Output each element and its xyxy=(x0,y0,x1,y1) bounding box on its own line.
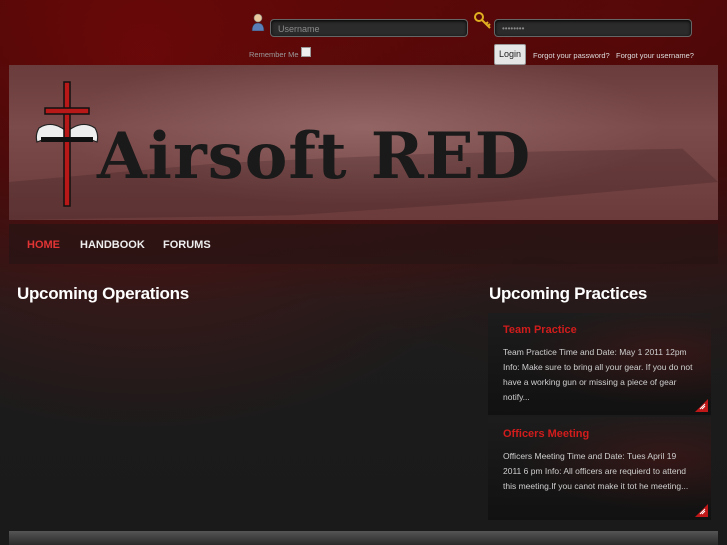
read-more-corner-icon[interactable] xyxy=(695,504,708,517)
read-more-corner-icon[interactable] xyxy=(695,399,708,412)
practices-heading: Upcoming Practices xyxy=(489,284,648,303)
nav-forums[interactable]: FORUMS xyxy=(163,239,211,251)
practice-card: Team Practice Team Practice Time and Dat… xyxy=(488,313,711,415)
practice-summary: Team Practice Time and Date: May 1 2011 … xyxy=(503,347,693,402)
user-icon xyxy=(251,13,265,31)
nav-handbook[interactable]: HANDBOOK xyxy=(80,239,145,251)
username-input[interactable]: Username xyxy=(270,19,468,37)
remember-me-label: Remember Me xyxy=(249,50,299,59)
practice-title-link[interactable]: Team Practice xyxy=(503,324,696,336)
header-banner: Airsoft RED xyxy=(9,65,718,220)
site-logo-title: Airsoft RED xyxy=(97,119,532,194)
forgot-username-link[interactable]: Forgot your username? xyxy=(616,51,694,60)
key-icon xyxy=(474,12,491,29)
main-nav: HOME HANDBOOK FORUMS xyxy=(9,224,718,264)
nav-home[interactable]: HOME xyxy=(27,239,60,251)
forgot-password-link[interactable]: Forgot your password? xyxy=(533,51,610,60)
cross-wings-emblem xyxy=(35,81,99,207)
login-button[interactable]: Login xyxy=(494,44,526,65)
practice-title-link[interactable]: Officers Meeting xyxy=(503,428,696,440)
practice-card: Officers Meeting Officers Meeting Time a… xyxy=(488,417,711,520)
practice-summary: Officers Meeting Time and Date: Tues Apr… xyxy=(503,451,689,491)
login-bar: Username •••••••• Remember Me Login Forg… xyxy=(0,0,727,65)
footer-bar xyxy=(9,531,718,545)
remember-me-checkbox[interactable] xyxy=(301,47,311,57)
password-input[interactable]: •••••••• xyxy=(494,19,692,37)
operations-heading: Upcoming Operations xyxy=(17,284,189,303)
